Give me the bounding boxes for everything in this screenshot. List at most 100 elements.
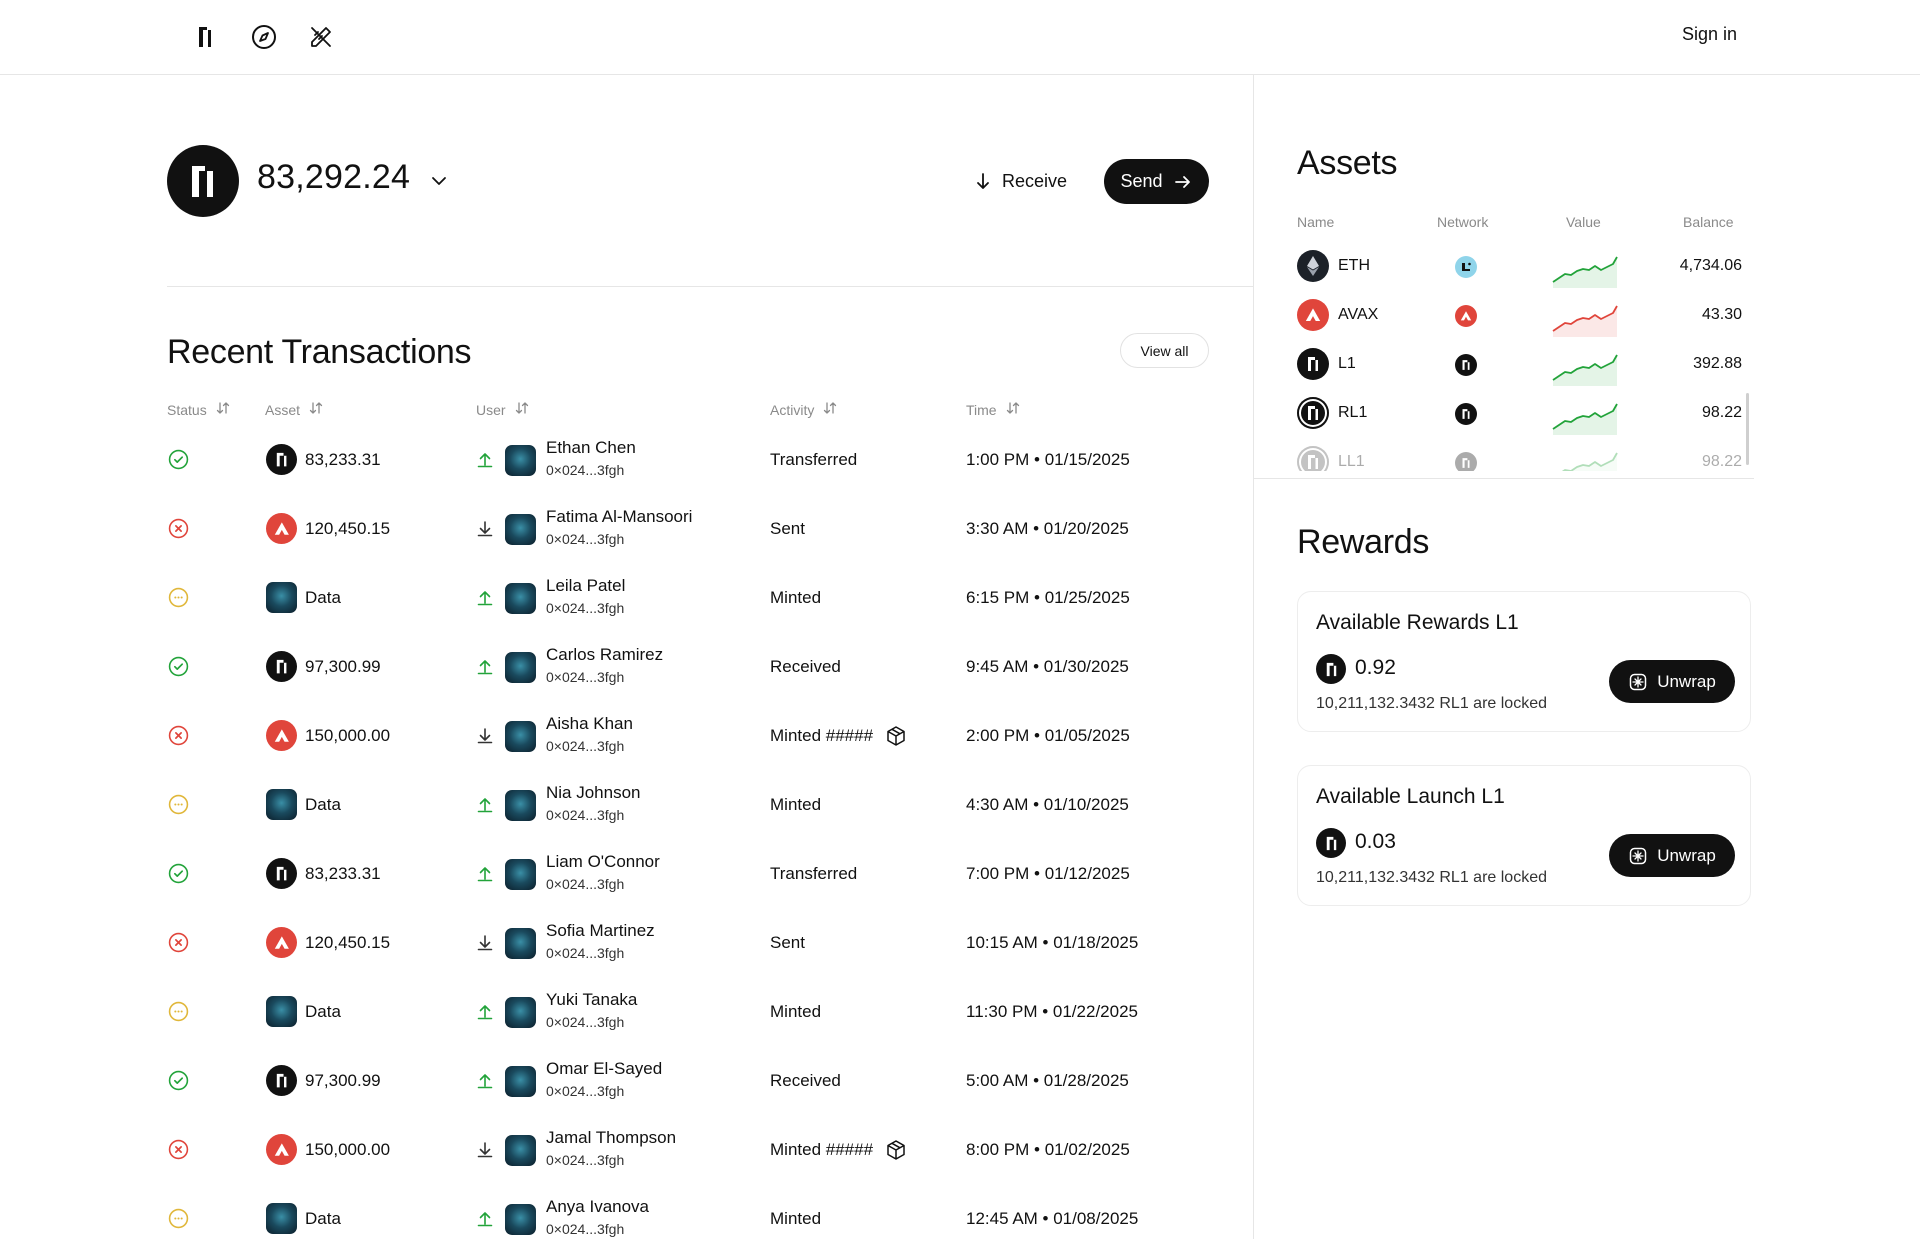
activity-cell: Minted ##### [770,1115,907,1184]
asset-row-l1[interactable]: L1 392.88 [1297,344,1742,386]
user-name[interactable]: Jamal Thompson [546,1128,676,1148]
status-failed-icon [168,908,189,977]
status-pending-icon [168,1184,189,1239]
asset-amount: 150,000.00 [305,725,391,745]
user-name[interactable]: Carlos Ramirez [546,645,663,665]
user-column-header[interactable]: User [476,401,529,418]
avatar[interactable] [505,928,536,959]
activity-label: Received [770,656,841,676]
table-row[interactable]: Data Yuki Tanaka 0×024...3fgh Minted 11:… [160,977,1245,1046]
activity-column-header[interactable]: Activity [770,401,837,418]
avatar[interactable] [505,583,536,614]
sort-icon [515,401,529,418]
arrow-down-icon [977,173,989,189]
user-name[interactable]: Anya Ivanova [546,1197,649,1217]
package-icon[interactable] [885,1139,907,1161]
activity-cell: Minted [770,770,821,839]
status-pending-icon [168,770,189,839]
user-name[interactable]: Liam O'Connor [546,852,660,872]
table-row[interactable]: Data Leila Patel 0×024...3fgh Minted 6:1… [160,563,1245,632]
table-row[interactable]: 150,000.00 Jamal Thompson 0×024...3fgh M… [160,1115,1245,1184]
unwrap-button[interactable]: Unwrap [1609,660,1735,703]
user-name[interactable]: Nia Johnson [546,783,641,803]
table-row[interactable]: 150,000.00 Aisha Khan 0×024...3fgh Minte… [160,701,1245,770]
upload-icon [475,1184,495,1239]
timestamp: 3:30 AM • 01/20/2025 [966,518,1129,538]
asset-row-ll1[interactable]: LL1 98.22 [1297,442,1742,471]
user-name[interactable]: Omar El-Sayed [546,1059,662,1079]
reward-title: Available Launch L1 [1316,785,1505,808]
user-name[interactable]: Aisha Khan [546,714,633,734]
asset-row-rl1[interactable]: RL1 98.22 [1297,393,1742,435]
avax-token-icon [266,513,297,544]
top-nav-bar: Sign in [0,0,1920,75]
avatar[interactable] [505,721,536,752]
table-row[interactable]: 120,450.15 Sofia Martinez 0×024...3fgh S… [160,908,1245,977]
user-name[interactable]: Yuki Tanaka [546,990,637,1010]
asset-balance: 392.88 [1693,355,1742,372]
assets-name-header: Name [1297,214,1335,230]
avax-network-icon [1455,305,1477,327]
pencil-ruler-icon[interactable] [305,21,337,53]
user-name[interactable]: Ethan Chen [546,438,636,458]
asset-row-avax[interactable]: AVAX 43.30 [1297,295,1742,337]
avatar[interactable] [505,997,536,1028]
status-pending-icon [168,977,189,1046]
activity-label: Minted [770,1001,822,1021]
sort-icon [216,401,230,418]
unwrap-button[interactable]: Unwrap [1609,834,1735,877]
send-button[interactable]: Send [1104,159,1209,204]
activity-cell: Minted [770,1184,821,1239]
l1-network-icon [1455,403,1477,425]
table-row[interactable]: 83,233.31 Liam O'Connor 0×024...3fgh Tra… [160,839,1245,908]
chevron-down-icon[interactable] [428,170,450,192]
avatar[interactable] [505,859,536,890]
unwrap-icon [1628,672,1648,692]
activity-cell: Received [770,632,841,701]
ll1-token-icon [1297,446,1329,471]
view-all-button[interactable]: View all [1120,333,1209,368]
l1-logo-icon[interactable] [189,21,221,53]
download-icon [475,908,495,977]
avatar[interactable] [505,445,536,476]
avatar[interactable] [505,514,536,545]
table-row[interactable]: Data Nia Johnson 0×024...3fgh Minted 4:3… [160,770,1245,839]
asset-amount: 97,300.99 [305,1070,381,1090]
asset-name: LL1 [1338,453,1365,470]
avatar[interactable] [505,1135,536,1166]
activity-label: Minted ##### [770,1139,874,1159]
asset-column-header[interactable]: Asset [265,401,323,418]
assets-scrollbar[interactable] [1746,393,1749,465]
compass-icon[interactable] [248,21,280,53]
activity-cell: Minted [770,977,821,1046]
value-sparkline [1551,399,1619,440]
table-row[interactable]: 97,300.99 Omar El-Sayed 0×024...3fgh Rec… [160,1046,1245,1115]
user-address: 0×024...3fgh [546,945,625,961]
activity-cell: Minted [770,563,821,632]
time-column-header[interactable]: Time [966,401,1020,418]
user-address: 0×024...3fgh [546,669,625,685]
avatar[interactable] [505,652,536,683]
table-row[interactable]: 97,300.99 Carlos Ramirez 0×024...3fgh Re… [160,632,1245,701]
user-name[interactable]: Fatima Al-Mansoori [546,507,692,527]
locked-note: 10,211,132.3432 RL1 are locked [1316,695,1547,712]
value-sparkline [1551,252,1619,293]
receive-button[interactable]: Receive [972,160,1067,202]
avatar[interactable] [505,790,536,821]
table-row[interactable]: 120,450.15 Fatima Al-Mansoori 0×024...3f… [160,494,1245,563]
download-icon [475,1115,495,1184]
asset-row-eth[interactable]: ETH 4,734.06 [1297,246,1742,288]
l1-network-icon [1455,452,1477,471]
locked-note: 10,211,132.3432 RL1 are locked [1316,869,1547,886]
sign-in-link[interactable]: Sign in [1682,24,1737,45]
upload-icon [475,632,495,701]
avatar[interactable] [505,1204,536,1235]
avatar[interactable] [505,1066,536,1097]
user-name[interactable]: Sofia Martinez [546,921,655,941]
asset-amount: 83,233.31 [305,863,381,883]
user-name[interactable]: Leila Patel [546,576,625,596]
package-icon[interactable] [885,725,907,747]
table-row[interactable]: 83,233.31 Ethan Chen 0×024...3fgh Transf… [160,425,1245,494]
table-row[interactable]: Data Anya Ivanova 0×024...3fgh Minted 12… [160,1184,1245,1239]
status-column-header[interactable]: Status [167,401,230,418]
